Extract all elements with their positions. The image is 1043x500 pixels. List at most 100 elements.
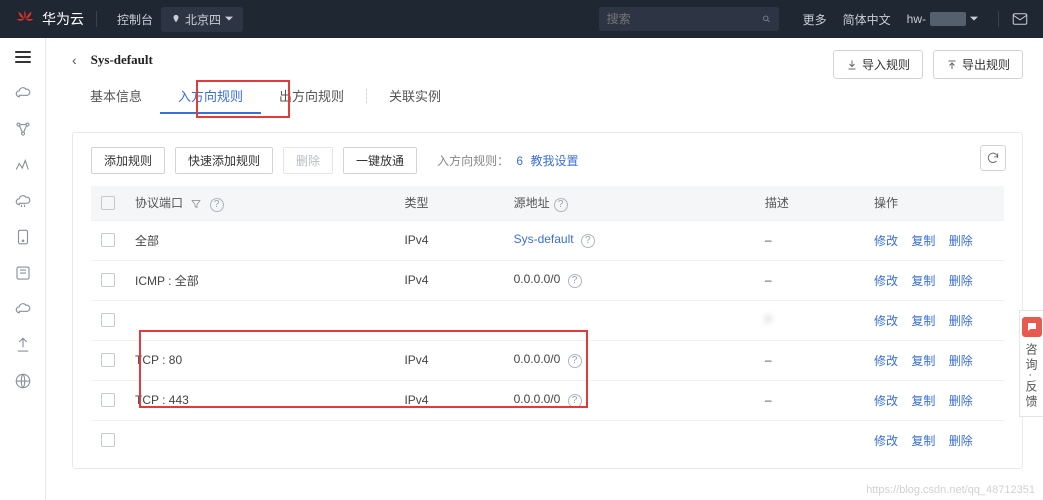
help-icon[interactable]: ? (568, 354, 582, 368)
brand-text: 华为云 (42, 9, 84, 29)
modify-link[interactable]: 修改 (874, 234, 898, 248)
col-desc: 描述 (755, 186, 864, 220)
user-name-redacted (930, 12, 966, 26)
tab-basic-info[interactable]: 基本信息 (72, 78, 160, 113)
delete-link[interactable]: 删除 (949, 394, 973, 408)
tab-divider (366, 89, 367, 103)
upload-icon[interactable] (14, 336, 32, 354)
feedback-tab[interactable]: 咨询·反馈 (1019, 310, 1043, 417)
help-icon[interactable]: ? (581, 234, 595, 248)
region-selector[interactable]: 北京四 (161, 7, 243, 32)
logo-block: 华为云 (14, 8, 84, 30)
row-checkbox[interactable] (101, 393, 115, 407)
cell-desc: – (755, 220, 864, 260)
lang-selector[interactable]: 简体中文 (843, 11, 891, 28)
modify-link[interactable]: 修改 (874, 394, 898, 408)
copy-link[interactable]: 复制 (911, 394, 935, 408)
delete-link[interactable]: 删除 (949, 234, 973, 248)
help-icon[interactable]: ? (554, 198, 568, 212)
tab-outbound-rules[interactable]: 出方向规则 (261, 78, 362, 113)
import-rules-button[interactable]: 导入规则 (833, 50, 923, 79)
menu-icon[interactable] (15, 48, 31, 66)
export-icon (946, 59, 958, 71)
breadcrumb-row: ‹ Sys-default 导入规则 导出规则 (72, 52, 1023, 68)
help-icon[interactable]: ? (210, 198, 224, 212)
cloud2-icon[interactable] (14, 300, 32, 318)
modify-link[interactable]: 修改 (874, 354, 898, 368)
toolbar: 添加规则 快速添加规则 删除 一键放通 入方向规则： 6 教我设置 (91, 147, 1004, 174)
one-click-allow-button[interactable]: 一键放通 (343, 147, 417, 174)
row-checkbox[interactable] (101, 273, 115, 287)
source-link[interactable]: Sys-default (514, 232, 574, 246)
modify-link[interactable]: 修改 (874, 274, 898, 288)
copy-link[interactable]: 复制 (911, 434, 935, 448)
delete-link[interactable]: 删除 (949, 434, 973, 448)
table-row: 全部 IPv4 Sys-default ? – 修改 复制 删除 (91, 220, 1004, 260)
search-icon (762, 13, 771, 25)
cell-source (504, 420, 755, 460)
quick-add-rule-button[interactable]: 快速添加规则 (175, 147, 273, 174)
cell-ops: 修改 复制 删除 (864, 420, 1004, 460)
help-icon[interactable]: ? (568, 274, 582, 288)
back-button[interactable]: ‹ (72, 52, 77, 68)
cell-protocol (125, 420, 394, 460)
nodes-icon[interactable] (14, 120, 32, 138)
row-checkbox[interactable] (101, 313, 115, 327)
huawei-logo-icon (14, 8, 36, 30)
console-link[interactable]: 控制台 (117, 11, 153, 28)
select-all-checkbox[interactable] (101, 196, 115, 210)
feedback-label: 咨询·反馈 (1023, 343, 1040, 410)
cell-source: Sys-default ? (504, 220, 755, 260)
mail-icon[interactable] (1011, 10, 1029, 28)
cell-source: 0.0.0.0/0 ? (504, 260, 755, 300)
delete-link[interactable]: 删除 (949, 314, 973, 328)
search-input[interactable] (607, 12, 762, 26)
tab-inbound-rules[interactable]: 入方向规则 (160, 78, 261, 113)
cell-desc: – (755, 340, 864, 380)
row-checkbox[interactable] (101, 233, 115, 247)
delete-link[interactable]: 删除 (949, 354, 973, 368)
refresh-button[interactable] (980, 145, 1006, 171)
table-row: 修改 复制 删除 (91, 420, 1004, 460)
separator (998, 11, 999, 27)
top-bar: 华为云 控制台 北京四 更多 简体中文 hw- (0, 0, 1043, 38)
tab-associated-instances[interactable]: 关联实例 (371, 78, 459, 113)
global-search[interactable] (599, 7, 779, 31)
row-checkbox[interactable] (101, 433, 115, 447)
chat-icon (1022, 317, 1042, 337)
more-link[interactable]: 更多 (803, 11, 827, 28)
col-type: 类型 (394, 186, 503, 220)
modify-link[interactable]: 修改 (874, 314, 898, 328)
cell-protocol: TCP : 80 (125, 340, 394, 380)
cell-ops: 修改 复制 删除 (864, 340, 1004, 380)
user-menu[interactable]: hw- (907, 12, 978, 26)
cell-source (504, 300, 755, 340)
device-icon[interactable] (14, 228, 32, 246)
cell-protocol: ICMP : 全部 (125, 260, 394, 300)
filter-icon[interactable] (190, 198, 202, 210)
table-row: TCP : 443 IPv4 0.0.0.0/0 ? – 修改 复制 删除 (91, 380, 1004, 420)
cloud-db-icon[interactable] (14, 192, 32, 210)
copy-link[interactable]: 复制 (911, 274, 935, 288)
globe-icon[interactable] (14, 372, 32, 390)
modify-link[interactable]: 修改 (874, 434, 898, 448)
rule-count-label: 入方向规则： 6 教我设置 (437, 152, 578, 169)
monitor-icon[interactable] (14, 156, 32, 174)
copy-link[interactable]: 复制 (911, 354, 935, 368)
table-row: TCP : 80 IPv4 0.0.0.0/0 ? – 修改 复制 删除 (91, 340, 1004, 380)
region-label: 北京四 (185, 11, 221, 28)
delete-link[interactable]: 删除 (949, 274, 973, 288)
copy-link[interactable]: 复制 (911, 234, 935, 248)
page-actions: 导入规则 导出规则 (833, 50, 1023, 79)
help-setup-link[interactable]: 教我设置 (530, 154, 578, 168)
export-rules-button[interactable]: 导出规则 (933, 50, 1023, 79)
row-checkbox[interactable] (101, 353, 115, 367)
help-icon[interactable]: ? (568, 394, 582, 408)
storage-icon[interactable] (14, 264, 32, 282)
cloud-icon[interactable] (14, 84, 32, 102)
cell-source: 0.0.0.0/0 ? (504, 380, 755, 420)
main-area: ‹ Sys-default 导入规则 导出规则 基本信息 入方向规则 出方向规则… (46, 38, 1043, 500)
cell-source: 0.0.0.0/0 ? (504, 340, 755, 380)
copy-link[interactable]: 复制 (911, 314, 935, 328)
add-rule-button[interactable]: 添加规则 (91, 147, 165, 174)
